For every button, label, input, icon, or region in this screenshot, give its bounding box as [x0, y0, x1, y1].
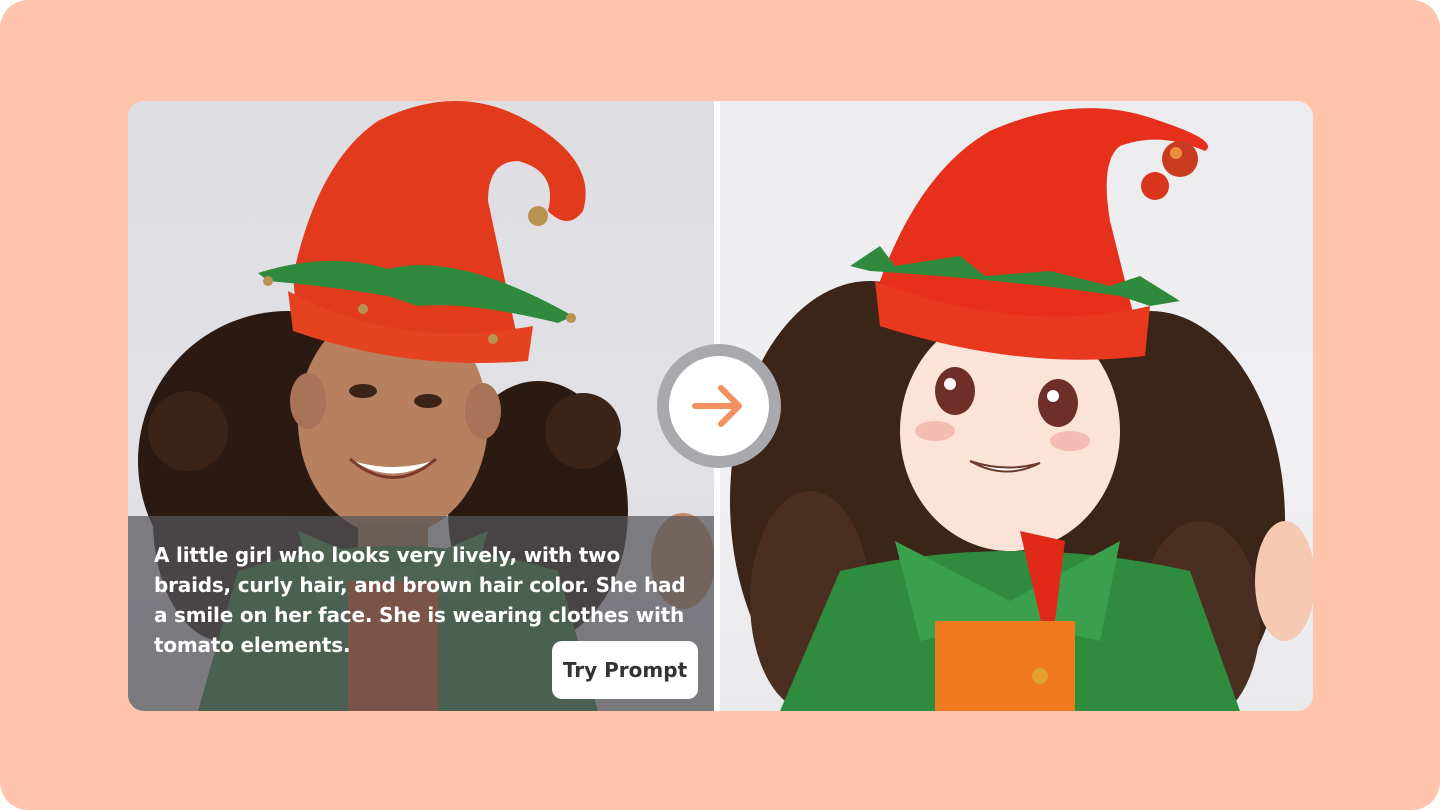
anime-result-image	[720, 101, 1313, 711]
try-prompt-button[interactable]: Try Prompt	[552, 641, 698, 699]
prompt-overlay: A little girl who looks very lively, wit…	[128, 516, 714, 711]
transform-arrow-circle	[669, 356, 769, 456]
arrow-right-icon	[692, 385, 742, 427]
page-background: A little girl who looks very lively, wit…	[0, 0, 1440, 810]
original-photo: A little girl who looks very lively, wit…	[128, 101, 714, 711]
transform-arrow	[657, 344, 781, 468]
anime-result-illustration	[730, 108, 1313, 711]
